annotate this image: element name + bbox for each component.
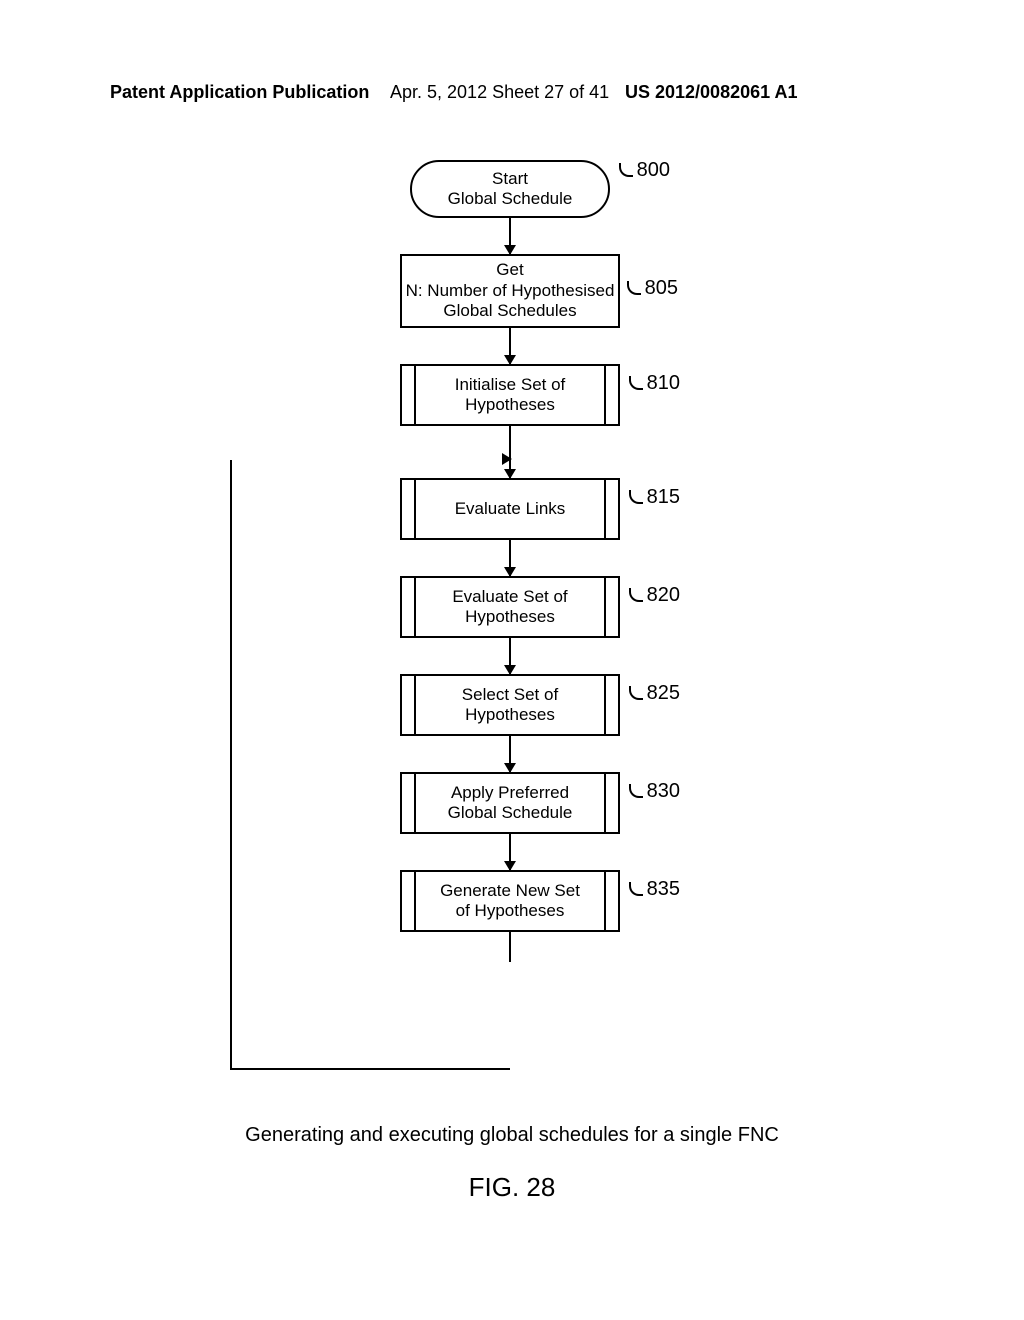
step-800-start: Start Global Schedule 800 (410, 160, 610, 218)
ref-820: 820 (629, 584, 680, 607)
arrow-800-805 (509, 218, 511, 254)
step-800-line2: Global Schedule (448, 189, 573, 209)
header-pub-number: US 2012/0082061 A1 (625, 82, 797, 103)
ref-835: 835 (629, 878, 680, 901)
figure-caption: Generating and executing global schedule… (0, 1124, 1024, 1147)
header-publication: Patent Application Publication (110, 82, 369, 103)
step-810-line2: Hypotheses (465, 395, 555, 415)
step-805-line3: Global Schedules (443, 301, 576, 321)
flowchart: Start Global Schedule 800 Get N: Number … (270, 160, 750, 962)
ref-830: 830 (629, 780, 680, 803)
header-date-sheet: Apr. 5, 2012 Sheet 27 of 41 (390, 82, 609, 103)
step-810-line1: Initialise Set of (455, 375, 566, 395)
step-805: Get N: Number of Hypothesised Global Sch… (400, 254, 620, 328)
step-810: Initialise Set of Hypotheses 810 (400, 364, 620, 426)
ref-825: 825 (629, 682, 680, 705)
arrow-805-810 (509, 328, 511, 364)
step-805-line2: N: Number of Hypothesised (406, 281, 615, 301)
ref-800: 800 (619, 158, 670, 182)
figure-label: FIG. 28 (0, 1172, 1024, 1203)
ref-815: 815 (629, 486, 680, 509)
step-805-line1: Get (496, 260, 523, 280)
ref-810: 810 (629, 372, 680, 395)
step-800-line1: Start (492, 169, 528, 189)
loopback-835-to-815 (230, 460, 510, 1070)
ref-805: 805 (627, 276, 678, 300)
